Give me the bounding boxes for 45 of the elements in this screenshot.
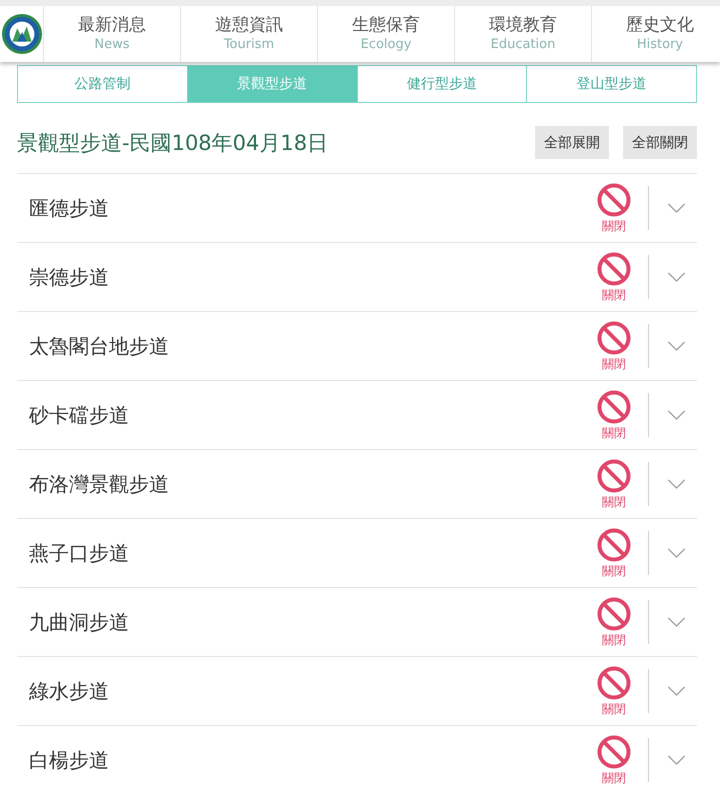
trail-name[interactable]: 九曲洞步道	[29, 608, 594, 636]
chevron-down-icon[interactable]	[667, 755, 686, 765]
trail-name[interactable]: 太魯閣台地步道	[29, 332, 594, 360]
status-label: 關閉	[602, 770, 626, 786]
chevron-down-icon[interactable]	[667, 410, 686, 420]
status-label: 關閉	[602, 564, 626, 578]
prohibited-icon	[597, 666, 631, 700]
prohibited-icon	[597, 734, 631, 768]
chevron-down-icon[interactable]	[667, 686, 686, 696]
chevron-down-icon[interactable]	[667, 272, 686, 282]
nav-item[interactable]: 遊憩資訊 Tourism	[180, 6, 317, 62]
status-label: 關閉	[602, 288, 626, 302]
trail-name[interactable]: 匯德步道	[29, 194, 594, 222]
trail-name[interactable]: 砂卡礑步道	[29, 402, 594, 428]
chevron-down-icon[interactable]	[667, 479, 686, 489]
status-label: 關閉	[602, 426, 626, 440]
trail-name[interactable]: 崇德步道	[29, 264, 594, 290]
nav-item[interactable]: 環境教育 Education	[454, 6, 591, 62]
nav-item[interactable]: 生態保育 Ecology	[317, 6, 454, 62]
logo-icon[interactable]	[1, 13, 43, 55]
nav-item[interactable]: 歷史文化 History	[591, 6, 720, 62]
trail-name[interactable]: 燕子口步道	[29, 540, 594, 566]
prohibited-icon	[597, 252, 631, 286]
status-label: 關閉	[602, 218, 626, 234]
prohibited-icon	[597, 458, 631, 492]
status-label: 關閉	[602, 632, 626, 648]
status-label: 關閉	[602, 494, 626, 510]
prohibited-icon	[597, 596, 631, 630]
prohibited-icon	[597, 320, 631, 354]
collapse-all-button[interactable]: 全部關閉	[623, 126, 697, 159]
prohibited-icon	[597, 528, 631, 562]
chevron-down-icon[interactable]	[667, 617, 686, 627]
prohibited-icon	[597, 182, 631, 216]
chevron-down-icon[interactable]	[667, 203, 686, 213]
trail-name[interactable]: 布洛灣景觀步道	[29, 470, 594, 498]
status-label: 關閉	[602, 702, 626, 716]
trail-name[interactable]: 白楊步道	[29, 746, 594, 774]
status-label: 關閉	[602, 356, 626, 372]
expand-all-button[interactable]: 全部展開	[535, 126, 609, 159]
chevron-down-icon[interactable]	[667, 341, 686, 351]
trail-name[interactable]: 綠水步道	[29, 678, 594, 704]
chevron-down-icon[interactable]	[667, 548, 686, 558]
nav-item[interactable]: 最新消息 News	[43, 6, 180, 62]
prohibited-icon	[597, 390, 631, 424]
section-title: 景觀型步道-民國108年04月18日	[17, 130, 328, 156]
